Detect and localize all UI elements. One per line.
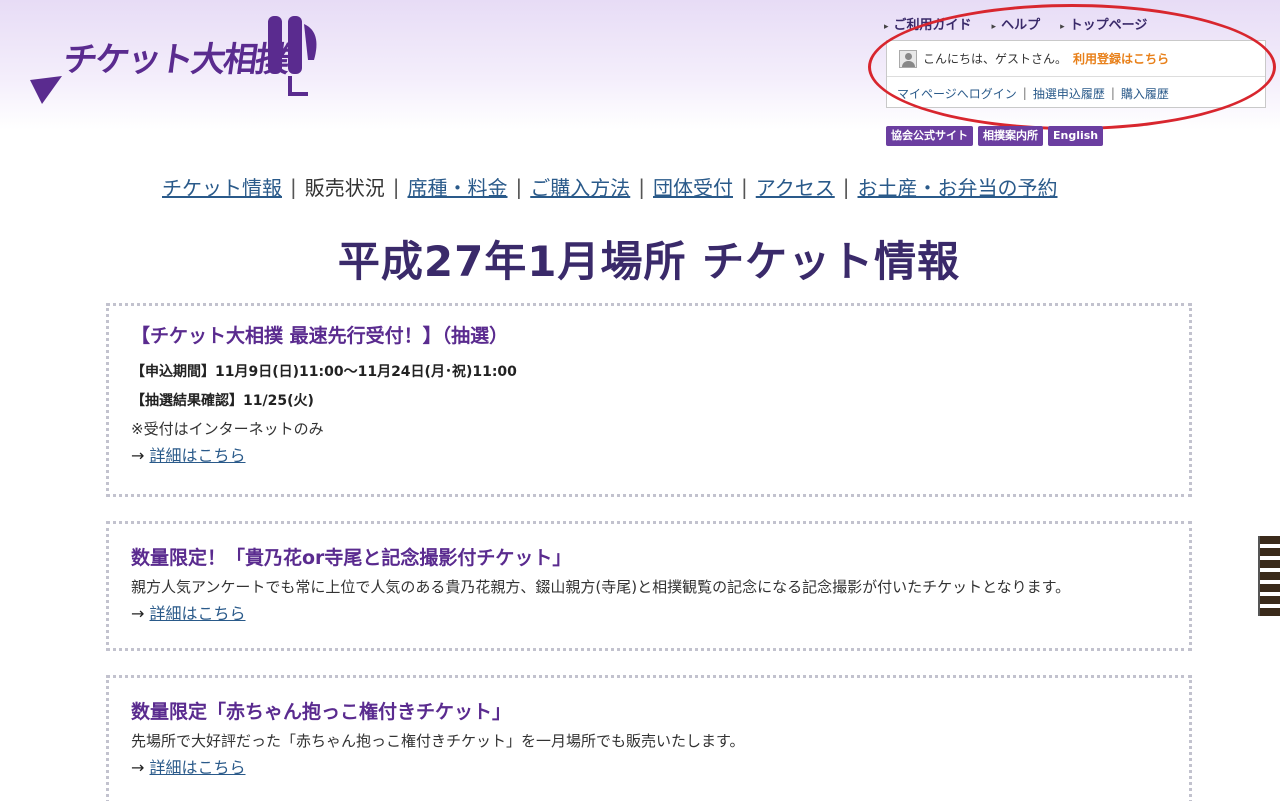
badge-links: 協会公式サイト 相撲案内所 English — [886, 126, 1104, 146]
application-period: 【申込期間】11月9日(日)11:00～11月24日(月･祝)11:00 — [131, 364, 517, 380]
main-navigation: チケット情報 | 販売状況 | 席種・料金 | ご購入方法 | 団体受付 | ア… — [162, 172, 1058, 201]
sumo-guide-button[interactable]: 相撲案内所 — [978, 126, 1043, 146]
lottery-result-date: 【抽選結果確認】11/25(火) — [131, 393, 314, 409]
box-title: 数量限定！「貴乃花or寺尾と記念撮影付チケット」 — [131, 547, 572, 569]
detail-link[interactable]: 詳細はこちら — [150, 446, 246, 465]
english-button[interactable]: English — [1048, 126, 1104, 146]
nav-separator: | — [392, 174, 400, 199]
official-site-button[interactable]: 協会公式サイト — [886, 126, 973, 146]
arrow-icon: → — [131, 758, 150, 777]
detail-row: → 詳細はこちら — [131, 754, 1189, 782]
info-box-fastest-presale: 【チケット大相撲 最速先行受付！】（抽選） 【申込期間】11月9日(日)11:0… — [106, 303, 1192, 497]
detail-row: → 詳細はこちら — [131, 600, 1189, 628]
nav-sales-status: 販売状況 — [304, 176, 385, 200]
nav-souvenir-bento[interactable]: お土産・お弁当の予約 — [858, 172, 1058, 201]
detail-link[interactable]: 詳細はこちら — [150, 758, 246, 777]
nav-separator: | — [842, 174, 850, 199]
nav-separator: | — [515, 174, 523, 199]
nav-purchase-method[interactable]: ご購入方法 — [530, 172, 630, 201]
box-description: 先場所で大好評だった「赤ちゃん抱っこ権付きチケット」を一月場所でも販売いたします… — [131, 732, 745, 750]
box-description: 親方人気アンケートでも常に上位で人気のある貴乃花親方、錣山親方(寺尾)と相撲観覧… — [131, 578, 1071, 596]
logo-swoosh-icon — [30, 76, 62, 104]
logo-text: チケット大相撲 — [60, 40, 291, 80]
detail-row: → 詳細はこちら — [131, 442, 1189, 470]
page-title: 平成27年1月場所 チケット情報 — [337, 237, 961, 286]
annotation-ellipse — [868, 4, 1276, 130]
nav-group-reception[interactable]: 団体受付 — [653, 172, 733, 201]
nav-access[interactable]: アクセス — [756, 172, 835, 201]
nav-ticket-info[interactable]: チケット情報 — [162, 172, 282, 201]
detail-link[interactable]: 詳細はこちら — [150, 604, 246, 623]
sumo-logo-icon — [268, 16, 317, 96]
nav-seats-prices[interactable]: 席種・料金 — [408, 172, 508, 201]
box-title: 【チケット大相撲 最速先行受付！】（抽選） — [131, 325, 509, 347]
internet-only-note: ※受付はインターネットのみ — [131, 420, 324, 438]
info-box-baby-hug-ticket: 数量限定「赤ちゃん抱っこ権付きチケット」 先場所で大好評だった「赤ちゃん抱っこ権… — [106, 675, 1192, 801]
info-box-photo-ticket: 数量限定！「貴乃花or寺尾と記念撮影付チケット」 親方人気アンケートでも常に上位… — [106, 521, 1192, 651]
arrow-icon: → — [131, 604, 150, 623]
nav-separator: | — [741, 174, 748, 199]
box-title: 数量限定「赤ちゃん抱っこ権付きチケット」 — [131, 701, 512, 723]
side-banner-edge[interactable] — [1258, 536, 1280, 616]
arrow-icon: → — [131, 446, 150, 465]
site-logo[interactable]: チケット大相撲 — [28, 12, 328, 112]
nav-separator: | — [638, 174, 645, 199]
nav-separator: | — [290, 174, 297, 199]
